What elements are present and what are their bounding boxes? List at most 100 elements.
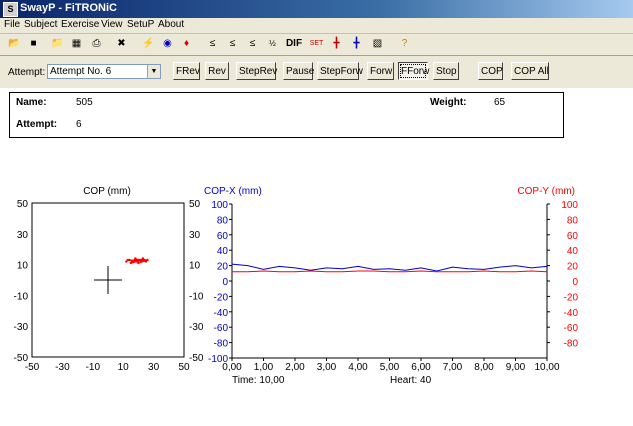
window-title: SwayP - FiTRONiC bbox=[20, 2, 117, 14]
title-bar: S SwayP - FiTRONiC bbox=[0, 0, 633, 18]
filter-h-icon[interactable]: ≤ bbox=[244, 36, 261, 52]
settings-icon[interactable]: SET bbox=[308, 36, 325, 52]
red-flame-icon[interactable]: ♦ bbox=[178, 36, 195, 52]
time-tick-label: 6,00 bbox=[411, 362, 431, 373]
sort-icon[interactable]: ½ bbox=[264, 36, 281, 52]
cop-y-right-tick-label: 10 bbox=[189, 261, 201, 272]
cop-y-right-tick-label: -50 bbox=[189, 353, 204, 364]
cop-chart-title: COP (mm) bbox=[83, 186, 131, 197]
menu-subject[interactable]: Subject bbox=[24, 19, 57, 30]
cop-y-right-tick-label: 50 bbox=[189, 199, 201, 210]
menu-exercise[interactable]: Exercise bbox=[61, 19, 99, 30]
menu-about[interactable]: About bbox=[158, 19, 184, 30]
rev-button[interactable]: Rev bbox=[205, 62, 229, 80]
app-icon[interactable]: S bbox=[3, 2, 18, 17]
filter-2-icon[interactable]: ≤ bbox=[224, 36, 241, 52]
time-tick-label: 8,00 bbox=[474, 362, 494, 373]
cop-point bbox=[129, 261, 132, 265]
cop-y-right-tick-label: 30 bbox=[189, 230, 201, 241]
cop-button[interactable]: COP bbox=[478, 62, 503, 80]
printer-icon[interactable]: ▧ bbox=[369, 36, 386, 52]
cop-y-tick-label: 50 bbox=[17, 199, 29, 210]
copy-tick-label: -40 bbox=[564, 308, 579, 319]
pause-button[interactable]: Pause bbox=[283, 62, 314, 80]
copx-tick-label: 60 bbox=[217, 231, 229, 242]
time-tick-label: 5,00 bbox=[380, 362, 400, 373]
cop-y-tick-label: -30 bbox=[14, 322, 29, 333]
charts-svg: COP (mm) -50 -30 -10 10 30 50 50 30 10 -10 -30 -50 5… bbox=[14, 186, 579, 373]
frev-button[interactable]: FRev bbox=[173, 62, 200, 80]
copy-tick-label: 80 bbox=[567, 215, 579, 226]
time-tick-label: 1,00 bbox=[254, 362, 274, 373]
attempt-info-value: 6 bbox=[76, 119, 82, 130]
copy-series-line bbox=[232, 270, 548, 273]
time-readout: Time: 10,00 bbox=[232, 375, 285, 386]
cop-y-tick-label: -10 bbox=[14, 291, 29, 302]
copx-tick-label: -20 bbox=[214, 292, 229, 303]
attempt-select[interactable]: Attempt No. 6 ▼ bbox=[47, 64, 161, 79]
time-tick-label: 10,00 bbox=[534, 362, 559, 373]
eye-icon[interactable]: ◉ bbox=[159, 36, 176, 52]
playback-controls: Attempt: Attempt No. 6 ▼ FRev Rev StepRe… bbox=[0, 56, 633, 88]
copy-tick-label: 20 bbox=[567, 262, 579, 273]
copx-tick-label: -40 bbox=[214, 308, 229, 319]
copy-tick-label: -20 bbox=[564, 292, 579, 303]
weight-value: 65 bbox=[494, 97, 506, 108]
cop-y-tick-label: 30 bbox=[17, 230, 29, 241]
copy-chart-title: COP-Y (mm) bbox=[517, 186, 575, 197]
copx-tick-label: 40 bbox=[217, 246, 229, 257]
stop-button[interactable]: Stop bbox=[433, 62, 459, 80]
time-tick-label: 4,00 bbox=[348, 362, 368, 373]
name-label: Name: bbox=[16, 97, 47, 108]
time-tick-label: 3,00 bbox=[317, 362, 337, 373]
menu-file[interactable]: File bbox=[4, 19, 20, 30]
filter-1-icon[interactable]: ≤ bbox=[204, 36, 221, 52]
cop-x-tick-label: 10 bbox=[118, 362, 130, 373]
name-value: 505 bbox=[76, 97, 93, 108]
cop-point bbox=[137, 261, 140, 265]
copx-tick-label: 100 bbox=[211, 200, 228, 211]
cop-point bbox=[141, 257, 145, 260]
time-tick-label: 2,00 bbox=[285, 362, 305, 373]
chevron-down-icon[interactable]: ▼ bbox=[147, 65, 160, 78]
attempt-select-value: Attempt No. 6 bbox=[50, 66, 112, 77]
save-disk-icon[interactable]: ■ bbox=[25, 36, 42, 52]
fforw-button[interactable]: FForw bbox=[398, 62, 429, 80]
yellow-lightning-icon[interactable]: ⚡ bbox=[140, 36, 157, 52]
cop-all-button[interactable]: COP All bbox=[511, 62, 549, 80]
copy-tick-label: 100 bbox=[561, 200, 578, 211]
tools-icon[interactable]: ✖ bbox=[113, 36, 130, 52]
cop-x-tick-label: -10 bbox=[86, 362, 101, 373]
open-file-icon[interactable]: 📁 bbox=[49, 36, 66, 52]
cop-point bbox=[146, 258, 149, 262]
toolbar: 📂 ■ 📁 ▦ ⎙ ✖ ⚡ ◉ ♦ ≤ ≤ ≤ ½ DIF SET ╋ ╋ ▧ … bbox=[0, 34, 633, 56]
steprev-button[interactable]: StepRev bbox=[236, 62, 277, 80]
cop-multi-icon[interactable]: ╋ bbox=[348, 36, 365, 52]
cop-y-tick-label: -50 bbox=[14, 353, 29, 364]
attempt-info-label: Attempt: bbox=[16, 119, 58, 130]
cop-point bbox=[132, 260, 136, 263]
menu-setup[interactable]: SetuP bbox=[127, 19, 154, 30]
print-icon[interactable]: ⎙ bbox=[88, 36, 105, 52]
copy-tick-label: -60 bbox=[564, 323, 579, 334]
forw-button[interactable]: Forw bbox=[367, 62, 394, 80]
attempt-label: Attempt: bbox=[8, 67, 46, 78]
time-tick-label: 9,00 bbox=[506, 362, 526, 373]
copy-tick-label: 0 bbox=[572, 277, 578, 288]
menu-view[interactable]: View bbox=[101, 19, 123, 30]
cop-cross-icon[interactable]: ╋ bbox=[328, 36, 345, 52]
copx-tick-label: 20 bbox=[217, 262, 229, 273]
dif-icon[interactable]: DIF bbox=[284, 36, 304, 52]
cop-point bbox=[134, 257, 137, 260]
copy-tick-label: 60 bbox=[567, 231, 579, 242]
copx-series-line bbox=[231, 263, 548, 272]
open-folder-icon[interactable]: 📂 bbox=[6, 36, 23, 52]
copx-tick-label: -100 bbox=[208, 354, 228, 365]
cop-point bbox=[126, 258, 129, 262]
help-icon[interactable]: ? bbox=[396, 36, 413, 52]
copx-tick-label: 0 bbox=[222, 277, 228, 288]
copx-tick-label: -80 bbox=[214, 339, 229, 350]
stepforw-button[interactable]: StepForw bbox=[317, 62, 363, 80]
subject-info-panel: Name: 505 Weight: 65 Attempt: 6 bbox=[9, 92, 564, 138]
report-icon[interactable]: ▦ bbox=[68, 36, 85, 52]
